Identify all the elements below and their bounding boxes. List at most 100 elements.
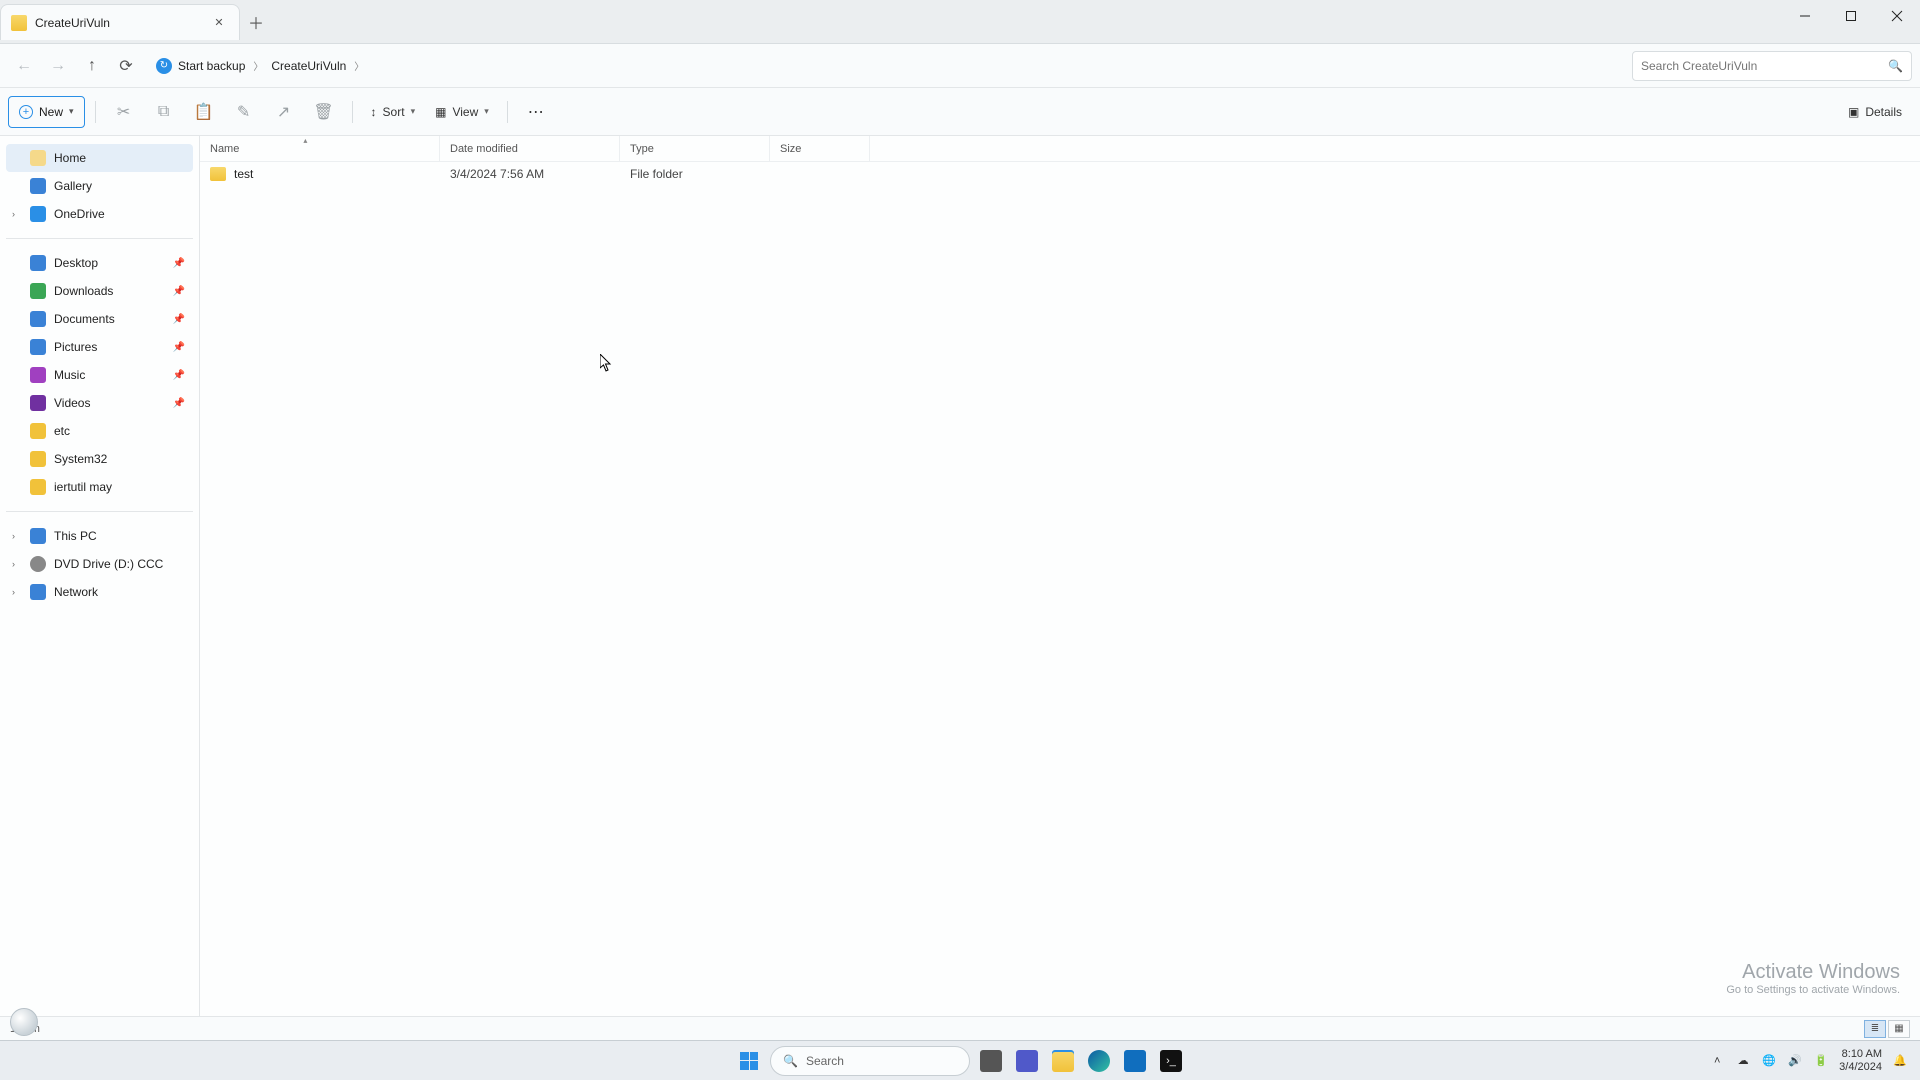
cut-button[interactable]: ✂ — [106, 96, 142, 128]
pin-icon: 📌 — [173, 258, 185, 269]
pin-icon: 📌 — [173, 314, 185, 325]
file-name: test — [234, 167, 253, 181]
chevron-right-icon[interactable]: › — [12, 559, 15, 569]
taskbar-search[interactable]: 🔍 Search — [770, 1046, 970, 1076]
activation-watermark: Activate Windows Go to Settings to activ… — [1726, 961, 1900, 996]
new-tab-button[interactable]: ＋ — [240, 6, 272, 38]
terminal-app-button[interactable]: ›_ — [1156, 1046, 1186, 1076]
file-row[interactable]: test3/4/2024 7:56 AMFile folder — [200, 162, 1920, 186]
taskbar-center: 🔍 Search ›_ — [734, 1046, 1186, 1076]
tab-title: CreateUriVuln — [35, 16, 110, 30]
chevron-right-icon[interactable]: › — [12, 587, 15, 597]
sidebar-item[interactable]: ›This PC — [6, 522, 193, 550]
sidebar-item[interactable]: Home — [6, 144, 193, 172]
search-icon: 🔍 — [783, 1054, 798, 1068]
taskbar-clock[interactable]: 8:10 AM 3/4/2024 — [1839, 1048, 1882, 1073]
sidebar-item[interactable]: ›Network — [6, 578, 193, 606]
sidebar-item-label: Downloads — [54, 284, 113, 298]
folder-icon — [30, 423, 46, 439]
sidebar-item-label: Music — [54, 368, 85, 382]
volume-tray-icon[interactable]: 🔊 — [1787, 1054, 1803, 1067]
breadcrumbs[interactable]: ↻ Start backup 〉 CreateUriVuln 〉 — [144, 50, 1630, 82]
chevron-right-icon[interactable]: › — [12, 209, 15, 219]
task-view-button[interactable] — [976, 1046, 1006, 1076]
edge-app-button[interactable] — [1084, 1046, 1114, 1076]
chevron-right-icon[interactable]: › — [12, 531, 15, 541]
sidebar-item[interactable]: Music📌 — [6, 361, 193, 389]
details-pane-toggle[interactable]: ▣ Details — [1838, 96, 1912, 128]
sidebar-item[interactable]: ›DVD Drive (D:) CCC — [6, 550, 193, 578]
column-label: Name — [210, 143, 239, 155]
delete-button[interactable]: 🗑 — [306, 96, 342, 128]
watermark-title: Activate Windows — [1726, 961, 1900, 984]
tray-overflow-icon[interactable]: ˄ — [1709, 1055, 1725, 1067]
view-button[interactable]: ▦ View ▾ — [427, 96, 497, 128]
sidebar-item-label: iertutil may — [54, 480, 112, 494]
forward-button[interactable]: → — [42, 50, 74, 82]
search-box[interactable]: 🔍 — [1632, 51, 1912, 81]
navigation-pane[interactable]: HomeGallery›OneDrive Desktop📌Downloads📌D… — [0, 136, 200, 1016]
sort-button[interactable]: ↕ Sort ▾ — [363, 96, 424, 128]
start-button[interactable] — [734, 1046, 764, 1076]
more-button[interactable]: ⋯ — [518, 96, 554, 128]
gallery-icon — [30, 178, 46, 194]
back-button[interactable]: ← — [8, 50, 40, 82]
column-name[interactable]: Name ▴ — [200, 136, 440, 161]
chevron-right-icon[interactable]: 〉 — [352, 58, 366, 73]
sidebar-item-label: OneDrive — [54, 207, 105, 221]
sidebar-item[interactable]: Pictures📌 — [6, 333, 193, 361]
up-button[interactable]: ↑ — [76, 50, 108, 82]
sidebar-item[interactable]: System32 — [6, 445, 193, 473]
store-app-button[interactable] — [1120, 1046, 1150, 1076]
sidebar-item[interactable]: etc — [6, 417, 193, 445]
language-tray-icon[interactable]: 🌐 — [1761, 1054, 1777, 1067]
paste-button[interactable]: 📋 — [186, 96, 222, 128]
file-rows[interactable]: test3/4/2024 7:56 AMFile folder — [200, 162, 1920, 1016]
teams-app-button[interactable] — [1012, 1046, 1042, 1076]
system-tray[interactable]: ˄ ☁ 🌐 🔊 🔋 8:10 AM 3/4/2024 🔔 — [1709, 1048, 1914, 1073]
rename-button[interactable]: ✎ — [226, 96, 262, 128]
divider — [352, 101, 353, 123]
column-size[interactable]: Size — [770, 136, 870, 161]
copy-button[interactable]: ⧉ — [146, 96, 182, 128]
sidebar-item[interactable]: Videos📌 — [6, 389, 193, 417]
column-type[interactable]: Type — [620, 136, 770, 161]
recycle-bin-icon[interactable] — [10, 1008, 38, 1036]
divider — [95, 101, 96, 123]
file-list-pane[interactable]: Name ▴ Date modified Type Size test3/4/2… — [200, 136, 1920, 1016]
column-date[interactable]: Date modified — [440, 136, 620, 161]
sidebar-item[interactable]: iertutil may — [6, 473, 193, 501]
details-view-button[interactable]: ≣ — [1864, 1020, 1886, 1038]
share-button[interactable]: ↗ — [266, 96, 302, 128]
sidebar-item[interactable]: › OneDrive — [6, 200, 193, 228]
pin-icon: 📌 — [173, 398, 185, 409]
column-label: Type — [630, 143, 654, 155]
status-bar: 1 item ≣ ▦ — [0, 1016, 1920, 1040]
divider — [507, 101, 508, 123]
minimize-button[interactable] — [1782, 0, 1828, 32]
doc-icon — [30, 311, 46, 327]
pc-icon — [30, 528, 46, 544]
refresh-button[interactable]: ⟳ — [110, 50, 142, 82]
notifications-tray-icon[interactable]: 🔔 — [1892, 1054, 1908, 1067]
breadcrumb-root[interactable]: ↻ Start backup — [150, 54, 251, 78]
tab-close-button[interactable]: ✕ — [209, 13, 229, 33]
search-input[interactable] — [1641, 59, 1888, 73]
column-label: Date modified — [450, 143, 518, 155]
cell-type: File folder — [620, 167, 770, 181]
close-button[interactable] — [1874, 0, 1920, 32]
sidebar-item[interactable]: Downloads📌 — [6, 277, 193, 305]
sidebar-item[interactable]: Desktop📌 — [6, 249, 193, 277]
battery-tray-icon[interactable]: 🔋 — [1813, 1054, 1829, 1067]
window-tab[interactable]: CreateUriVuln ✕ — [0, 4, 240, 40]
maximize-button[interactable] — [1828, 0, 1874, 32]
new-button[interactable]: + New ▾ — [8, 96, 85, 128]
onedrive-tray-icon[interactable]: ☁ — [1735, 1054, 1751, 1067]
sidebar-item[interactable]: Documents📌 — [6, 305, 193, 333]
cloud-icon — [30, 206, 46, 222]
thumbnails-view-button[interactable]: ▦ — [1888, 1020, 1910, 1038]
sidebar-item[interactable]: Gallery — [6, 172, 193, 200]
file-explorer-app-button[interactable] — [1048, 1046, 1078, 1076]
breadcrumb-current[interactable]: CreateUriVuln — [265, 55, 352, 77]
chevron-right-icon[interactable]: 〉 — [251, 58, 265, 73]
